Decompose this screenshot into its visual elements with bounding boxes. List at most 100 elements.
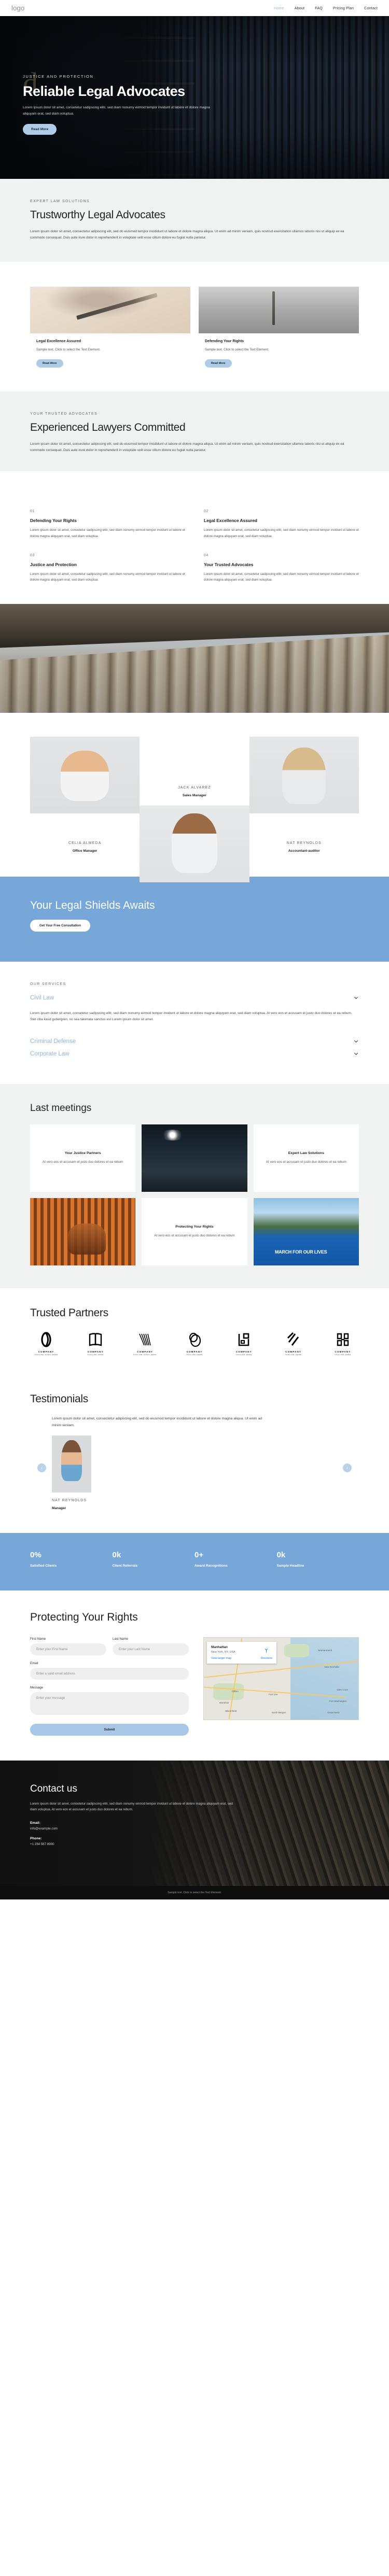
courthouse-columns-image: [0, 603, 389, 713]
hands-heart-shadow-image: [30, 1198, 135, 1265]
stat-value: 0%: [30, 1550, 41, 1559]
card-read-more-button[interactable]: Read More: [36, 359, 63, 368]
partner-logo: COMPANY TAGLINE HERE: [178, 1332, 211, 1356]
first-name-input[interactable]: [30, 1643, 106, 1655]
feature-item: 01 Defending Your Rights Lorem ipsum dol…: [30, 510, 185, 539]
testimonial-avatar: [52, 1435, 91, 1493]
about-eyebrow: EXPERT LAW SOLUTIONS: [30, 200, 90, 203]
footer-phone-value[interactable]: +1 234 567 8900: [30, 1842, 359, 1846]
accordion-title: Corporate Law: [30, 1050, 70, 1057]
team-photo-female-blonde: [249, 736, 359, 813]
about-cards-section: Legal Excellence Assured Sample text. Cl…: [0, 262, 389, 391]
stats-section: 0% Satisfied Clients 0k Client Referrals…: [0, 1532, 389, 1590]
stat-item: 0k Client Referrals: [113, 1551, 195, 1568]
meeting-title: Your Justice Partners: [64, 1151, 101, 1155]
footer-email-value[interactable]: info@example.com: [30, 1827, 359, 1831]
feature-text: Lorem ipsum dolor sit amet, consetetur s…: [30, 528, 185, 538]
card-text: Sample text. Click to select the Text El…: [205, 348, 269, 352]
testimonial-prev-button[interactable]: ‹: [37, 1463, 46, 1472]
nav-item-faq[interactable]: FAQ: [315, 6, 323, 10]
message-textarea[interactable]: [30, 1692, 189, 1715]
form-title: Protecting Your Rights: [30, 1611, 138, 1623]
partner-name: COMPANY: [137, 1350, 154, 1353]
open-book-logo: [89, 1333, 102, 1346]
service-card[interactable]: Legal Excellence Assured Sample text. Cl…: [30, 287, 190, 376]
double-circle-logo: [189, 1332, 201, 1347]
partner-tagline: TAGLINE HERE: [235, 1353, 253, 1356]
stat-label: Award Recognitions: [195, 1564, 228, 1568]
team-member-name: CELIA ALMEDA: [68, 841, 102, 845]
accordion-item-corporate-law[interactable]: Corporate Law: [30, 1048, 359, 1060]
team-member: [30, 736, 140, 813]
card-title: Legal Excellence Assured: [36, 340, 81, 344]
site-footer: Contact us Lorem ipsum dolor sit amet, c…: [0, 1760, 389, 1899]
team-member: JACK ALVAREZ Sales Manager: [140, 737, 249, 882]
map-label: Bloomfield: [225, 1709, 237, 1712]
last-name-input[interactable]: [113, 1643, 189, 1655]
accordion-header[interactable]: Corporate Law: [30, 1048, 359, 1060]
partner-logo: COMPANY TAGLINE GOES HERE: [129, 1332, 161, 1356]
partner-tagline: TAGLINE HERE: [186, 1353, 203, 1356]
partner-name: COMPANY: [285, 1350, 302, 1353]
team-member-name: NAT REYNOLDS: [286, 841, 322, 845]
partner-name: COMPANY: [87, 1350, 104, 1353]
feature-number: 02: [204, 510, 209, 514]
nav-item-about[interactable]: About: [295, 6, 305, 10]
team-photo-female-bob: [140, 805, 249, 882]
map-directions-button[interactable]: Directions: [261, 1646, 272, 1660]
card-text: Sample text. Click to select the Text El…: [36, 348, 101, 352]
stat-label: Client Referrals: [112, 1564, 138, 1568]
hero-description: Lorem ipsum dolor sit amet, consetetur s…: [23, 106, 210, 116]
site-logo[interactable]: logo: [11, 4, 24, 12]
feature-number: 03: [30, 554, 35, 557]
map-park: [284, 1644, 309, 1657]
card-read-more-button[interactable]: Read More: [205, 359, 232, 368]
accordion-header[interactable]: Criminal Defense: [30, 1035, 359, 1048]
testimonial-author-name: NAT REYNOLDS: [52, 1498, 87, 1502]
partner-name: COMPANY: [335, 1350, 351, 1353]
partner-name: COMPANY: [38, 1350, 54, 1353]
map-label: New Rochelle: [324, 1665, 339, 1668]
team-section: JACK ALVAREZ Sales Manager CELIA ALMEDA …: [0, 712, 389, 882]
email-input[interactable]: [30, 1667, 189, 1680]
free-consultation-button[interactable]: Get Your Free Consultation: [30, 919, 90, 932]
email-label: Email: [30, 1661, 38, 1665]
first-name-label: First Name: [30, 1637, 46, 1641]
location-map[interactable]: Mamaroneck New Rochelle Glen Cove Clifto…: [203, 1637, 359, 1720]
meeting-text: At vero eos et accusam et justo duo dolo…: [266, 1160, 346, 1164]
accordion-header[interactable]: Civil Law: [30, 992, 359, 1004]
footer-text: Lorem ipsum dolor sit amet, consetetur s…: [30, 1801, 233, 1812]
partner-logo: COMPANY TAGLINE HERE: [327, 1332, 359, 1356]
hero-eyebrow: JUSTICE AND PROTECTION: [23, 74, 94, 79]
nav-item-contact[interactable]: Contact: [364, 6, 378, 10]
nav-item-pricing-plan[interactable]: Pricing Plan: [333, 6, 354, 10]
partner-logo: COMPANY TAGLINE HERE: [228, 1332, 260, 1356]
feature-text: Lorem ipsum dolor sit amet, consetetur s…: [204, 572, 359, 582]
hero-content: JUSTICE AND PROTECTION Reliable Legal Ad…: [0, 16, 389, 135]
accordion-item-civil-law[interactable]: Civil Law Lorem ipsum dolor sit amet, co…: [30, 992, 359, 1035]
chevron-down-icon[interactable]: [353, 995, 359, 1001]
accordion-title: Civil Law: [30, 994, 54, 1001]
slash-lines-logo: [287, 1332, 299, 1346]
map-label: Fort Lee: [269, 1693, 278, 1696]
cta-title: Your Legal Shields Awaits: [30, 899, 155, 911]
chevron-down-icon[interactable]: [353, 1038, 359, 1044]
map-label: Montclair: [219, 1701, 229, 1705]
submit-button[interactable]: Submit: [30, 1723, 189, 1736]
feature-number: 01: [30, 510, 35, 514]
stat-value: 0k: [276, 1550, 286, 1559]
message-label: Message: [30, 1685, 44, 1690]
team-member-role: Office Manager: [72, 849, 98, 853]
advocates-description: Lorem ipsum dolor sit amet, consectetur …: [30, 442, 344, 453]
contact-form-section: Protecting Your Rights First Name Last N…: [0, 1590, 389, 1761]
hero-read-more-button[interactable]: Read More: [23, 124, 57, 135]
accordion-item-criminal-defense[interactable]: Criminal Defense: [30, 1035, 359, 1048]
testimonial-next-button[interactable]: ›: [343, 1463, 352, 1472]
map-directions-label: Directions: [260, 1656, 272, 1660]
service-card[interactable]: Defending Your Rights Sample text. Click…: [199, 287, 359, 376]
about-title: Trustworthy Legal Advocates: [30, 209, 165, 221]
map-label: Glen Cove: [337, 1688, 348, 1691]
feature-text: Lorem ipsum dolor sit amet, consetetur s…: [30, 572, 185, 582]
chevron-down-icon[interactable]: [353, 1051, 359, 1057]
nav-item-home[interactable]: Home: [274, 6, 284, 10]
